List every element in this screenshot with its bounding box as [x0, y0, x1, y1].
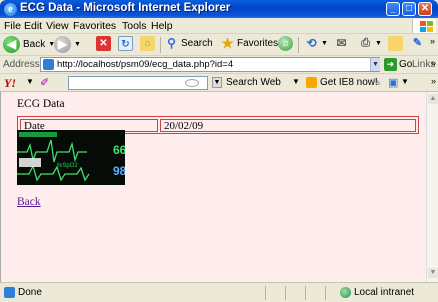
heart-rate-readout: 66 [113, 143, 125, 157]
chevron-down-icon[interactable]: ▼ [26, 77, 34, 86]
yahoo-overflow-chevron[interactable]: » [431, 76, 436, 86]
title-bar: e ECG Data - Microsoft Internet Explorer… [0, 0, 438, 18]
stop-icon: ✕ [96, 36, 111, 51]
ie8-icon [306, 77, 317, 88]
yahoo-toolbar: Y! ▼ ✐ ▼ Search Web ▼ Get IE8 now! ✎ ▣ ▼… [0, 74, 438, 92]
yahoo-search-dropdown[interactable]: ▼ [212, 77, 222, 88]
favorites-label: Favorites [237, 38, 279, 49]
zone-label: Local intranet [354, 287, 415, 298]
messenger-button[interactable]: ✎ [410, 36, 425, 51]
toolbar: ◀ Back ▼ ▶ ▼ ✕ ↻ ⌂ ⚲ Search ★ Favorites … [0, 34, 438, 56]
ie-icon: e [4, 3, 17, 16]
history-button[interactable]: ⟲ ▼ [304, 36, 328, 51]
go-arrow-icon: ➜ [384, 58, 397, 71]
menu-favorites[interactable]: Favorites [73, 20, 116, 32]
status-divider [265, 286, 266, 300]
toolbar-divider [298, 37, 299, 53]
favorites-button[interactable]: ★ Favorites [220, 36, 278, 51]
back-link[interactable]: Back [17, 196, 41, 208]
yahoo-search-input[interactable] [68, 76, 208, 90]
folder-button[interactable] [388, 36, 403, 51]
search-button[interactable]: ⚲ Search [164, 36, 213, 51]
vertical-scrollbar[interactable]: ▲ ▼ [426, 92, 438, 282]
get-ie8-button[interactable]: Get IE8 now! [306, 77, 378, 88]
menu-edit[interactable]: Edit [24, 20, 42, 32]
scroll-up-arrow[interactable]: ▲ [428, 94, 438, 104]
back-label: Back [23, 39, 46, 50]
status-divider [305, 286, 306, 300]
back-arrow-icon: ◀ [3, 36, 20, 53]
search-web-button[interactable]: Search Web [226, 77, 281, 88]
chevron-down-icon: ▼ [74, 41, 81, 48]
status-bar: Done Local intranet [0, 282, 438, 302]
minimize-button[interactable]: _ [386, 2, 400, 16]
links-overflow-chevron[interactable]: » [431, 58, 436, 68]
refresh-icon: ↻ [118, 36, 133, 51]
address-label: Address [3, 59, 40, 70]
menu-bar: File Edit View Favorites Tools Help [0, 18, 438, 34]
maximize-button[interactable]: □ [402, 2, 416, 16]
history-icon: ⟲ [306, 36, 317, 50]
spo2-readout: 98 [113, 164, 125, 178]
get-ie8-label: Get IE8 now! [320, 77, 378, 88]
page-icon [43, 59, 54, 70]
bookmark-icon[interactable]: ▣ [388, 76, 398, 89]
home-button[interactable]: ⌂ [140, 36, 155, 51]
toolbar-overflow-chevron[interactable]: » [430, 36, 435, 46]
security-zone[interactable]: Local intranet [340, 287, 414, 298]
go-label: Go [399, 59, 413, 70]
page-title: ECG Data [17, 98, 65, 110]
page-icon [4, 287, 15, 298]
page-content: ECG Data Date 20/02/09 %SpO2 66 98 Back [0, 92, 426, 282]
address-dropdown-button[interactable]: ▼ [370, 58, 380, 71]
refresh-button[interactable]: ↻ [118, 36, 133, 51]
monitor-status-strip [19, 132, 57, 137]
forward-arrow-icon: ▶ [54, 36, 71, 53]
date-value-cell: 20/02/09 [160, 119, 416, 132]
address-bar: Address http://localhost/psm09/ecg_data.… [0, 56, 438, 74]
yahoo-logo[interactable]: Y! [4, 76, 16, 91]
status-divider [325, 286, 326, 300]
stop-button[interactable]: ✕ [96, 36, 111, 51]
go-button[interactable]: ➜ Go [384, 58, 412, 71]
forward-button[interactable]: ▶ ▼ [54, 36, 81, 53]
ecg-waveform-graphic: %SpO2 66 98 [17, 130, 125, 185]
menu-view[interactable]: View [46, 20, 69, 32]
menu-file[interactable]: File [4, 20, 21, 32]
back-button[interactable]: ◀ Back ▼ [3, 36, 55, 53]
pencil-icon[interactable]: ✐ [40, 76, 49, 89]
print-icon: ⎙ [361, 37, 370, 49]
window-title: ECG Data - Microsoft Internet Explorer [20, 2, 231, 14]
windows-logo-icon [412, 19, 436, 33]
search-label: Search [181, 38, 213, 49]
chevron-down-icon: ▼ [375, 40, 382, 47]
toolbar-divider [160, 37, 161, 53]
svg-text:%SpO2: %SpO2 [57, 163, 78, 169]
status-text: Done [18, 287, 42, 298]
star-icon: ★ [221, 35, 234, 51]
mail-icon: ✉ [336, 36, 347, 50]
messenger-icon: ✎ [412, 37, 423, 49]
address-input[interactable]: http://localhost/psm09/ecg_data.php?id=4 [40, 57, 380, 72]
search-icon: ⚲ [167, 36, 176, 50]
search-oval-icon [185, 79, 199, 87]
status-divider [285, 286, 286, 300]
print-button[interactable]: ⎙ ▼ [358, 36, 382, 51]
menu-tools[interactable]: Tools [122, 20, 147, 32]
intranet-globe-icon [340, 287, 351, 298]
chevron-down-icon[interactable]: ▼ [292, 77, 300, 86]
address-url: http://localhost/psm09/ecg_data.php?id=4 [57, 59, 234, 70]
media-button[interactable]: ♫ [278, 36, 293, 51]
menu-help[interactable]: Help [151, 20, 173, 32]
media-icon: ♫ [278, 36, 293, 51]
scroll-down-arrow[interactable]: ▼ [428, 268, 438, 278]
chevron-down-icon: ▼ [321, 40, 328, 47]
ecg-monitor-image: %SpO2 66 98 [17, 130, 125, 185]
close-button[interactable]: ✕ [418, 2, 432, 16]
chevron-down-icon[interactable]: ▼ [401, 77, 409, 86]
mail-button[interactable]: ✉ [334, 36, 349, 51]
edit-icon[interactable]: ✎ [372, 76, 381, 89]
folder-icon [388, 36, 403, 51]
home-icon: ⌂ [140, 36, 155, 51]
